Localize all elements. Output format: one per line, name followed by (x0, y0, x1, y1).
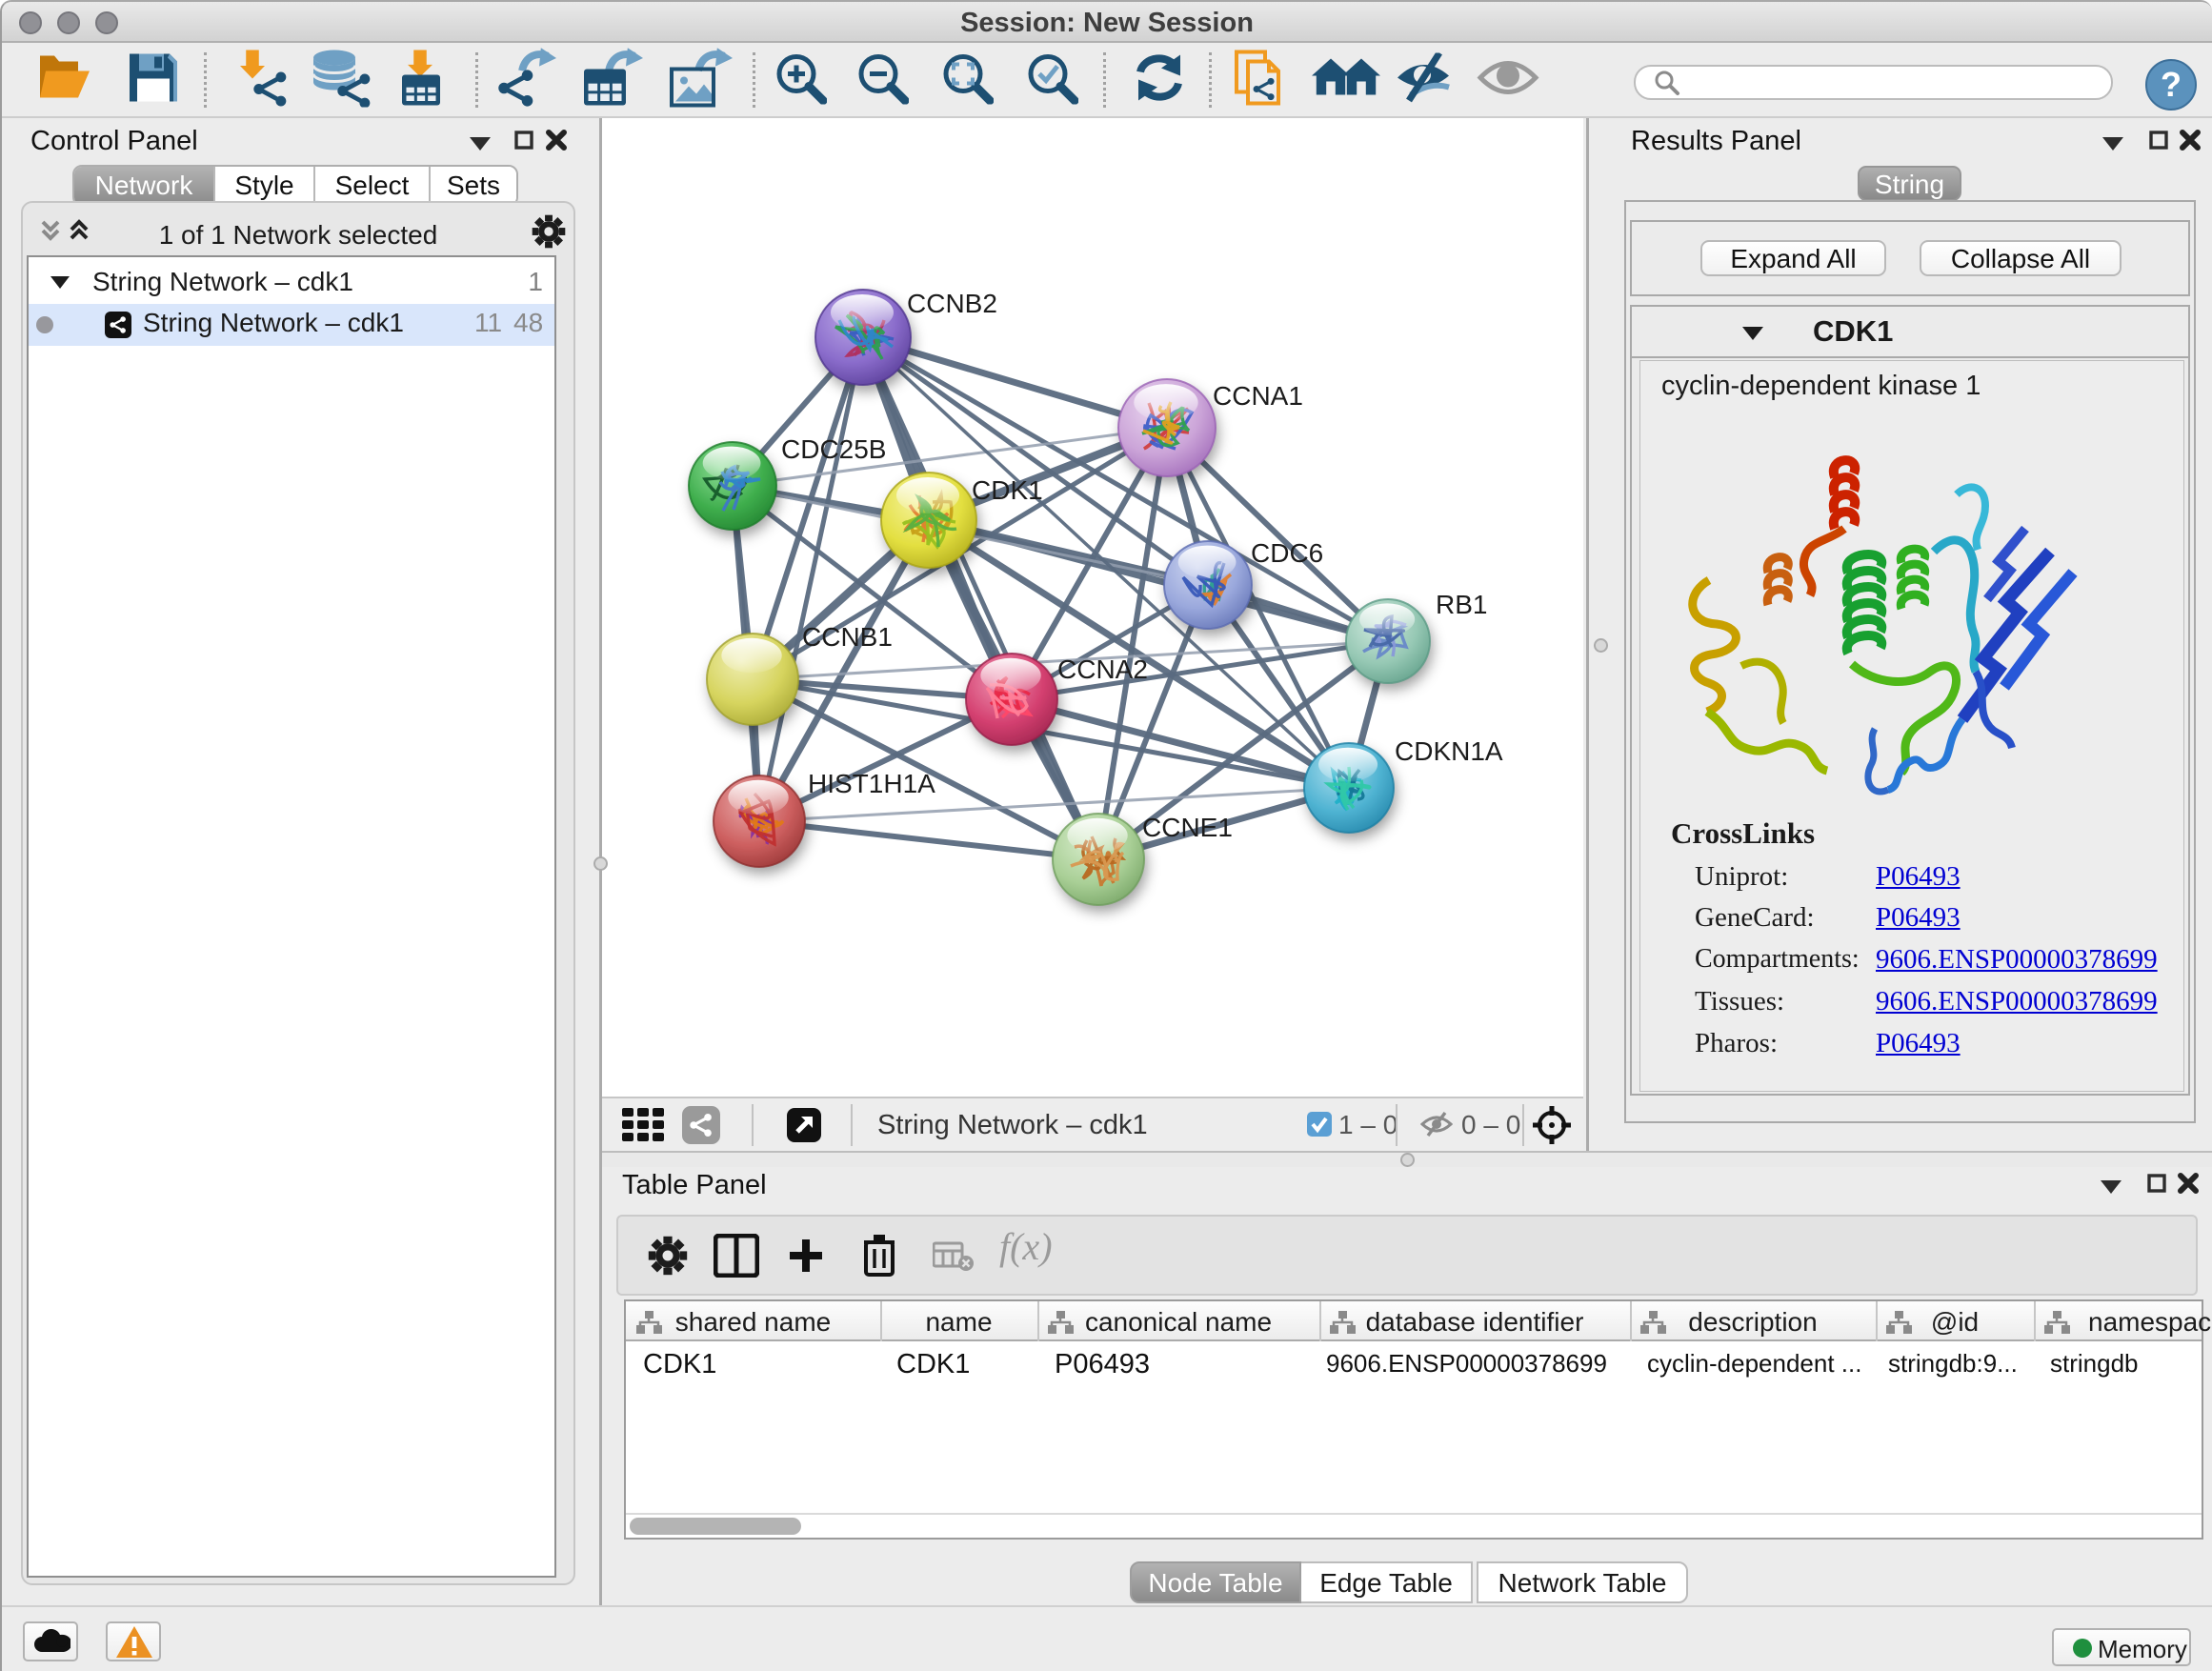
svg-text:HIST1H1A: HIST1H1A (808, 769, 935, 798)
svg-text:CCNB2: CCNB2 (907, 289, 997, 318)
svg-text:CCNE1: CCNE1 (1142, 813, 1233, 842)
svg-text:CDKN1A: CDKN1A (1395, 736, 1503, 766)
svg-text:CDC25B: CDC25B (781, 434, 886, 464)
svg-text:CDC6: CDC6 (1251, 538, 1323, 568)
svg-text:CCNA1: CCNA1 (1213, 381, 1303, 411)
svg-text:RB1: RB1 (1436, 590, 1487, 619)
svg-text:CDK1: CDK1 (972, 475, 1043, 505)
svg-text:CCNB1: CCNB1 (802, 622, 893, 652)
svg-text:CCNA2: CCNA2 (1057, 654, 1148, 684)
svg-text:?: ? (2161, 65, 2182, 104)
